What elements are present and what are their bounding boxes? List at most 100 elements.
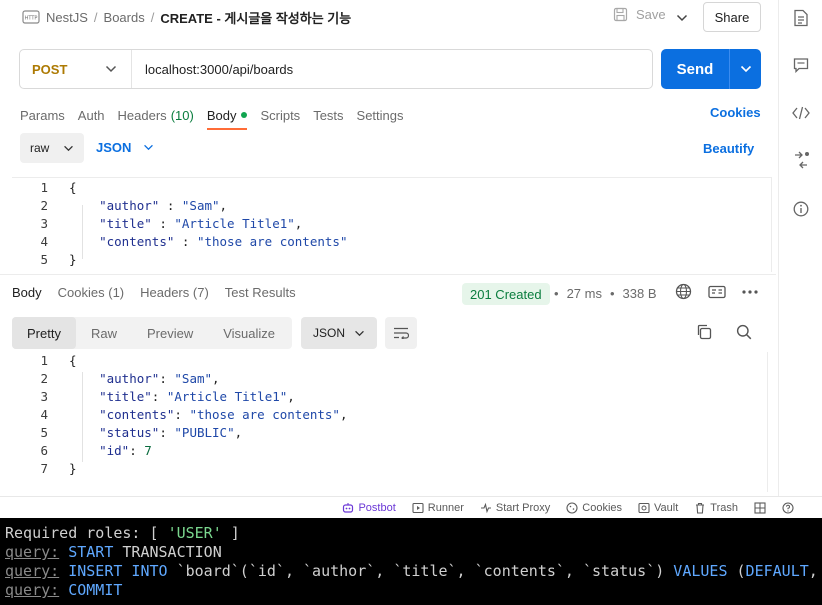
request-title[interactable]: CREATE - 게시글을 작성하는 기능	[160, 8, 351, 27]
code-token: "status"	[99, 425, 160, 440]
meta-bullet: •	[609, 286, 615, 301]
share-button[interactable]: Share	[703, 2, 761, 32]
chevron-down-icon	[144, 144, 154, 151]
code-token: "author"	[99, 371, 160, 386]
view-tab-pretty[interactable]: Pretty	[12, 317, 76, 349]
response-body-viewer[interactable]: 1 {2 "author": "Sam", 3 "title": "Article …	[12, 352, 768, 492]
help-icon[interactable]	[782, 501, 794, 514]
copy-icon[interactable]	[696, 324, 712, 343]
response-format-label: JSON	[313, 326, 346, 340]
globe-icon[interactable]	[675, 283, 692, 300]
code-token: "those are contents"	[196, 234, 348, 249]
line-number: 7	[40, 461, 48, 476]
statusbar-cookies-button[interactable]: Cookies	[566, 502, 622, 514]
response-format-select[interactable]: JSON	[301, 317, 377, 349]
resp-tab-body[interactable]: Body	[12, 285, 42, 300]
view-tab-visualize[interactable]: Visualize	[208, 317, 290, 349]
tab-tests[interactable]: Tests	[313, 104, 343, 126]
response-view-tabs: Pretty Raw Preview Visualize	[12, 317, 292, 349]
request-url-bar: POST localhost:3000/api/boards	[19, 49, 653, 89]
chevron-down-icon	[64, 145, 73, 151]
tab-auth[interactable]: Auth	[78, 104, 105, 126]
statusbar-start-proxy-button[interactable]: Start Proxy	[480, 502, 550, 514]
body-mode-label: raw	[30, 141, 50, 155]
response-actions	[675, 283, 758, 300]
line-number: 4	[40, 234, 48, 249]
send-options-chevron-down-icon[interactable]	[729, 49, 761, 89]
response-size[interactable]: 338 B	[623, 286, 657, 301]
code-token: :	[159, 425, 175, 440]
code-token: "those are contents"	[189, 407, 340, 422]
code-token: ,	[219, 198, 228, 213]
related-requests-icon[interactable]	[791, 150, 811, 170]
cookies-link[interactable]: Cookies	[710, 105, 761, 120]
request-tabs: Params Auth Headers (10) Body Scripts Te…	[20, 104, 417, 130]
code-token: "title"	[99, 216, 152, 231]
request-body-editor[interactable]: 1 {2 "author" : "Sam", 3 "title" : "Articl…	[12, 177, 772, 272]
code-token: "PUBLIC"	[174, 425, 235, 440]
info-icon[interactable]	[791, 199, 811, 219]
tab-scripts[interactable]: Scripts	[260, 104, 300, 126]
status-badge[interactable]: 201 Created	[462, 283, 550, 305]
send-button[interactable]: Send	[661, 49, 761, 89]
terminal-token: COMMIT	[59, 581, 123, 599]
code-token: "author"	[99, 198, 160, 213]
method-select[interactable]: POST	[20, 50, 132, 88]
code-text: }	[69, 460, 77, 478]
vault-icon	[638, 502, 650, 514]
statusbar-trash-button[interactable]: Trash	[694, 502, 738, 514]
line-number: 6	[40, 443, 48, 458]
tab-settings[interactable]: Settings	[357, 104, 404, 126]
terminal-line: query: INSERT INTO `board`(`id`, `author…	[5, 562, 822, 581]
layout-toggle-icon[interactable]	[754, 501, 766, 514]
send-label: Send	[676, 60, 714, 78]
statusbar-postbot-button[interactable]: Postbot	[342, 502, 396, 514]
body-format-select[interactable]: JSON	[96, 140, 154, 155]
http-request-icon: HTTP	[22, 10, 40, 24]
documentation-icon[interactable]	[791, 8, 811, 28]
code-token: "title"	[99, 389, 152, 404]
comments-icon[interactable]	[791, 55, 811, 75]
breadcrumb-workspace[interactable]: NestJS	[46, 10, 88, 25]
terminal-output: Required roles: [ 'USER' ] query: START T…	[0, 518, 822, 605]
breadcrumb-collection[interactable]: Boards	[104, 10, 145, 25]
tab-headers[interactable]: Headers (10)	[118, 104, 194, 126]
more-options-icon[interactable]	[742, 289, 758, 294]
statusbar-label: Trash	[710, 501, 738, 514]
save-icon	[613, 7, 628, 22]
code-token: }	[69, 461, 77, 476]
view-tab-preview[interactable]: Preview	[132, 317, 208, 349]
statusbar-runner-button[interactable]: Runner	[412, 502, 464, 514]
word-wrap-icon	[394, 327, 409, 339]
pane-divider[interactable]	[0, 274, 776, 275]
code-token: ,	[234, 425, 243, 440]
search-icon[interactable]	[736, 324, 752, 343]
resp-tab-headers[interactable]: Headers (7)	[140, 285, 209, 300]
save-button[interactable]: Save	[613, 7, 666, 22]
url-input[interactable]: localhost:3000/api/boards	[132, 62, 293, 77]
body-mode-select[interactable]: raw	[20, 133, 84, 163]
view-tab-raw[interactable]: Raw	[76, 317, 132, 349]
line-number: 3	[40, 389, 48, 404]
code-token: "Article Title1"	[166, 389, 288, 404]
code-snippet-icon[interactable]	[791, 103, 811, 123]
save-options-chevron-down-icon[interactable]	[670, 7, 694, 29]
response-time[interactable]: 27 ms	[567, 286, 602, 301]
statusbar-label: Cookies	[582, 501, 623, 514]
word-wrap-button[interactable]	[385, 317, 417, 349]
terminal-token: 'USER'	[167, 524, 222, 542]
chevron-down-icon	[355, 330, 364, 336]
save-response-icon[interactable]	[708, 285, 726, 299]
code-token: {	[69, 180, 77, 195]
terminal-token: ]	[221, 524, 240, 542]
tab-body[interactable]: Body	[206, 104, 248, 130]
beautify-button[interactable]: Beautify	[703, 141, 754, 156]
resp-tab-test-results[interactable]: Test Results	[225, 285, 296, 300]
statusbar-vault-button[interactable]: Vault	[638, 502, 678, 514]
tab-params[interactable]: Params	[20, 104, 65, 126]
resp-tab-cookies[interactable]: Cookies (1)	[58, 285, 124, 300]
code-text: {	[69, 179, 77, 197]
